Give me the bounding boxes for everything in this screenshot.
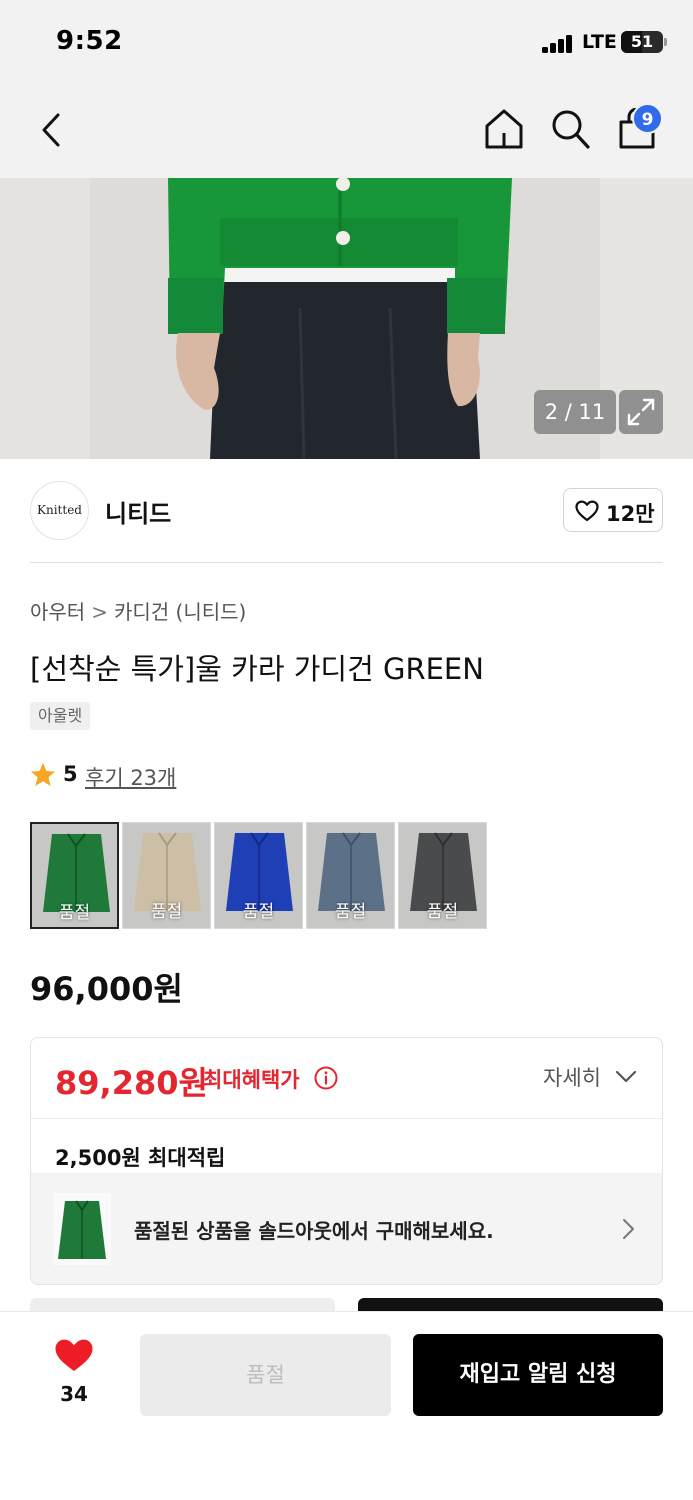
- soldout-banner[interactable]: 품절된 상품을 솔드아웃에서 구매해보세요.: [31, 1173, 662, 1284]
- breadcrumb-parent[interactable]: 아우터: [30, 600, 85, 624]
- original-price: 96,000원: [30, 970, 183, 1008]
- soldout-message: 품절된 상품을 솔드아웃에서 구매해보세요.: [134, 1219, 494, 1243]
- wishlist-count: 34: [60, 1382, 88, 1406]
- back-icon[interactable]: [38, 112, 66, 152]
- brand-like-button[interactable]: 12만: [563, 488, 663, 532]
- color-option-5[interactable]: 품절: [398, 822, 487, 929]
- brand-like-count: 12만: [606, 502, 655, 526]
- heart-filled-icon: [55, 1339, 93, 1371]
- expand-icon[interactable]: [619, 390, 663, 434]
- home-icon[interactable]: [484, 108, 524, 154]
- search-icon[interactable]: [551, 108, 591, 154]
- benefit-divider: [31, 1118, 662, 1119]
- wishlist-button[interactable]: 34: [46, 1338, 102, 1418]
- nav-bar: [0, 86, 693, 178]
- option-soldout-label: 품절: [426, 902, 459, 922]
- info-icon[interactable]: [314, 1066, 338, 1094]
- soldout-thumbnail: [53, 1193, 111, 1265]
- hidden-button-right: [358, 1298, 663, 1312]
- status-time: 9:52: [56, 26, 123, 56]
- soldout-button[interactable]: 품절: [140, 1334, 391, 1416]
- max-points: 2,500원 최대적립: [55, 1146, 226, 1170]
- product-title: [선착순 특가]울 카라 가디건 GREEN: [30, 652, 484, 686]
- breadcrumb-current[interactable]: 카디건 (니티드): [114, 600, 246, 624]
- option-soldout-label: 품절: [58, 903, 91, 923]
- image-counter: 2 / 11: [534, 390, 616, 434]
- review-link[interactable]: 후기 23개: [85, 762, 176, 792]
- outlet-tag: 아울렛: [30, 702, 91, 730]
- status-bar: 9:52 LTE 51: [0, 0, 693, 86]
- signal-icon: [542, 33, 576, 53]
- max-benefit-label: 최대혜택가: [203, 1068, 300, 1092]
- breadcrumb: 아우터 > 카디건 (니티드): [30, 596, 246, 625]
- benefit-box: 89,280원 최대혜택가 자세히 2,500원 최대적립 품절된 상품을 솔드…: [30, 1037, 663, 1285]
- bottom-action-bar: 34 품절 재입고 알림 신청: [0, 1311, 693, 1500]
- brand-logo[interactable]: Knitted: [30, 481, 89, 540]
- battery-cap: [664, 38, 667, 46]
- hidden-button-left: [30, 1298, 335, 1312]
- details-button[interactable]: 자세히: [543, 1062, 637, 1092]
- divider: [30, 562, 663, 563]
- rating-score: 5: [63, 762, 78, 786]
- color-option-4[interactable]: 품절: [306, 822, 395, 929]
- option-soldout-label: 품절: [334, 902, 367, 922]
- battery-level: 51: [630, 32, 654, 51]
- color-option-1[interactable]: 품절: [30, 822, 119, 929]
- option-soldout-label: 품절: [242, 902, 275, 922]
- option-soldout-label: 품절: [150, 902, 183, 922]
- details-label: 자세히: [543, 1066, 601, 1090]
- network-type: LTE: [582, 31, 617, 53]
- heart-outline-icon: [575, 500, 599, 522]
- cart-badge: 9: [632, 103, 663, 134]
- chevron-down-icon: [615, 1070, 637, 1083]
- chevron-right-icon: [621, 1218, 635, 1244]
- battery-icon: 51: [621, 31, 663, 53]
- breadcrumb-separator: >: [91, 600, 108, 624]
- restock-alert-button[interactable]: 재입고 알림 신청: [413, 1334, 663, 1416]
- brand-name[interactable]: 니티드: [105, 494, 171, 529]
- star-icon: [31, 763, 55, 786]
- color-option-3[interactable]: 품절: [214, 822, 303, 929]
- color-option-2[interactable]: 품절: [122, 822, 211, 929]
- max-benefit-price: 89,280원: [55, 1064, 208, 1102]
